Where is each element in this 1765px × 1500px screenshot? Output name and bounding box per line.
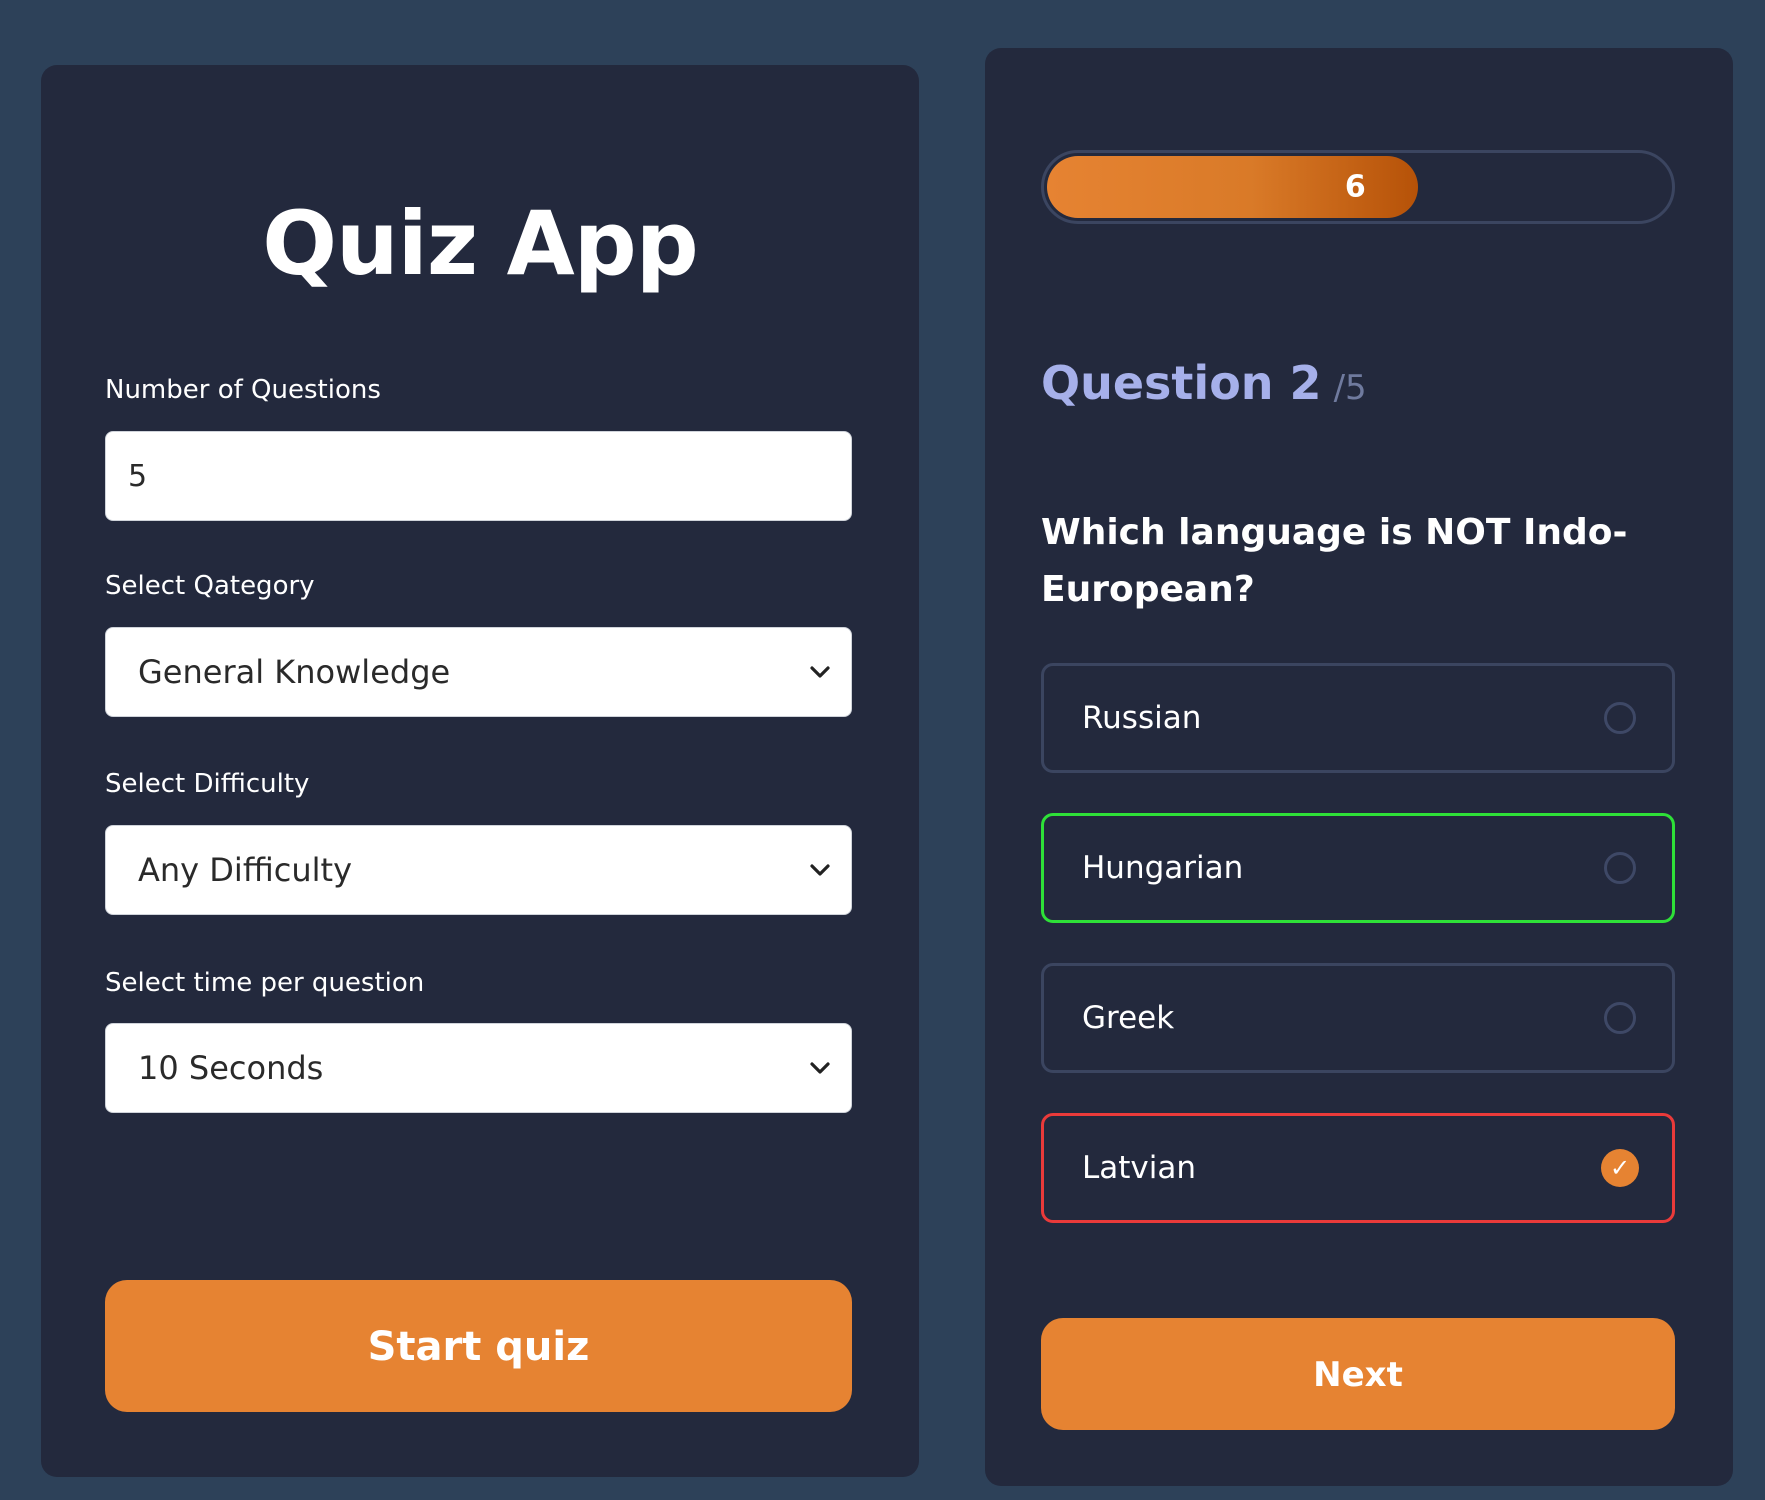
time-select[interactable]: 10 Seconds: [105, 1023, 852, 1113]
radio-circle-icon: [1604, 852, 1636, 884]
category-value: General Knowledge: [138, 653, 451, 691]
num-questions-input[interactable]: [106, 432, 851, 520]
question-total: /5: [1333, 368, 1367, 408]
answer-option[interactable]: Russian: [1041, 663, 1675, 773]
app-title: Quiz App: [262, 192, 699, 295]
question-heading: Question 2/5: [1041, 356, 1367, 410]
difficulty-select[interactable]: Any Difficulty: [105, 825, 852, 915]
chevron-down-icon: [810, 1062, 830, 1074]
timer-progress-bar: 6: [1041, 150, 1675, 224]
answer-option-label: Latvian: [1082, 1150, 1197, 1186]
start-quiz-button[interactable]: Start quiz: [105, 1280, 852, 1412]
question-number: Question 2: [1041, 356, 1322, 410]
category-label: Select Qategory: [105, 571, 315, 601]
chevron-down-icon: [810, 864, 830, 876]
answer-option[interactable]: Greek: [1041, 963, 1675, 1073]
question-text: Which language is NOT Indo-European?: [1041, 512, 1628, 610]
setup-panel: Quiz App Number of Questions Select Qate…: [41, 65, 919, 1477]
difficulty-label: Select Difficulty: [105, 769, 310, 799]
time-value: 10 Seconds: [138, 1049, 324, 1087]
quiz-panel: 6 Question 2/5 Which language is NOT Ind…: [985, 48, 1733, 1486]
answer-option-label: Russian: [1082, 700, 1202, 736]
radio-circle-icon: [1604, 1002, 1636, 1034]
check-icon: ✓: [1601, 1149, 1639, 1187]
category-select[interactable]: General Knowledge: [105, 627, 852, 717]
timer-progress-fill: 6: [1047, 156, 1418, 218]
difficulty-value: Any Difficulty: [138, 851, 352, 889]
answer-option[interactable]: Hungarian: [1041, 813, 1675, 923]
num-questions-label: Number of Questions: [105, 375, 381, 405]
next-button[interactable]: Next: [1041, 1318, 1675, 1430]
time-label: Select time per question: [105, 968, 425, 998]
radio-circle-icon: [1604, 702, 1636, 734]
num-questions-field[interactable]: [105, 431, 852, 521]
answer-option[interactable]: Latvian ✓: [1041, 1113, 1675, 1223]
answer-option-label: Hungarian: [1082, 850, 1244, 886]
answer-option-label: Greek: [1082, 1000, 1175, 1036]
timer-value: 6: [1344, 169, 1366, 205]
chevron-down-icon: [810, 666, 830, 678]
